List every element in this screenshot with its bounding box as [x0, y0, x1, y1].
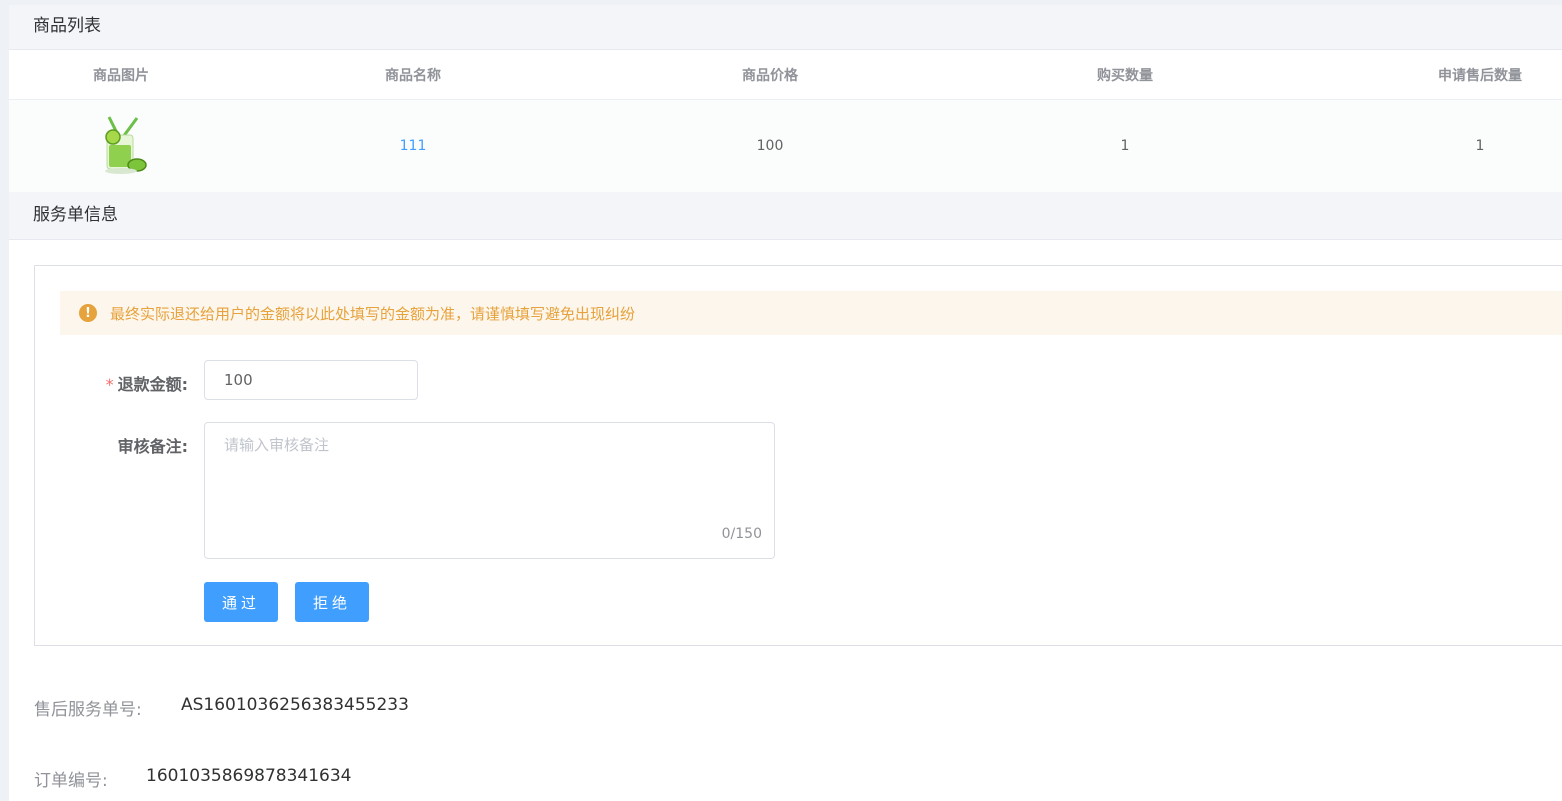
- refund-review-form: ! 最终实际退还给用户的金额将以此处填写的金额为准，请谨慎填写避免出现纠纷 * 退…: [34, 265, 1562, 646]
- warning-icon: !: [79, 304, 97, 322]
- service-number-label: 售后服务单号:: [34, 700, 142, 720]
- product-price: 100: [756, 138, 784, 154]
- alert-text: 最终实际退还给用户的金额将以此处填写的金额为准，请谨慎填写避免出现纠纷: [110, 304, 636, 323]
- order-number-label: 订单编号:: [34, 771, 108, 791]
- approve-button[interactable]: 通过: [204, 582, 278, 622]
- required-mark: *: [105, 375, 114, 394]
- col-header-price: 商品价格: [742, 67, 798, 84]
- refund-amount-input[interactable]: 100: [204, 360, 418, 400]
- drink-image: [105, 116, 147, 174]
- refund-amount-label: * 退款金额:: [106, 371, 188, 395]
- refund-alert: ! 最终实际退还给用户的金额将以此处填写的金额为准，请谨慎填写避免出现纠纷: [60, 291, 1562, 335]
- page: 商品列表 商品图片 商品名称 商品价格 购买数量 申请售后数量 111 100 …: [9, 5, 1562, 801]
- review-remark-textarea[interactable]: 请输入审核备注 0/150: [204, 422, 775, 559]
- order-number-value: 1601035869878341634: [146, 766, 352, 786]
- reject-button[interactable]: 拒绝: [295, 582, 369, 622]
- col-header-name: 商品名称: [385, 67, 441, 84]
- table-row: 111 100 1 1: [9, 100, 1562, 192]
- order-number-row: 订单编号: 1601035869878341634: [34, 766, 352, 791]
- product-name-link[interactable]: 111: [400, 100, 427, 192]
- review-remark-label: 审核备注:: [117, 437, 188, 456]
- table-header: 商品图片 商品名称 商品价格 购买数量 申请售后数量: [9, 50, 1562, 100]
- col-header-after-sale-quantity: 申请售后数量: [1438, 67, 1522, 84]
- after-sale-quantity: 1: [1475, 138, 1485, 154]
- col-header-image: 商品图片: [93, 67, 149, 84]
- col-header-quantity: 购买数量: [1097, 67, 1153, 84]
- refund-amount-label-text: 退款金额:: [117, 375, 188, 394]
- remark-char-counter: 0/150: [721, 526, 762, 542]
- service-info-header: 服务单信息: [9, 192, 1562, 240]
- product-quantity: 1: [1120, 138, 1130, 154]
- service-number-row: 售后服务单号: AS1601036256383455233: [34, 695, 409, 720]
- service-number-value: AS1601036256383455233: [181, 695, 409, 715]
- remark-placeholder: 请输入审核备注: [224, 436, 330, 454]
- product-image-cell: [93, 100, 149, 192]
- product-list-header: 商品列表: [9, 5, 1562, 50]
